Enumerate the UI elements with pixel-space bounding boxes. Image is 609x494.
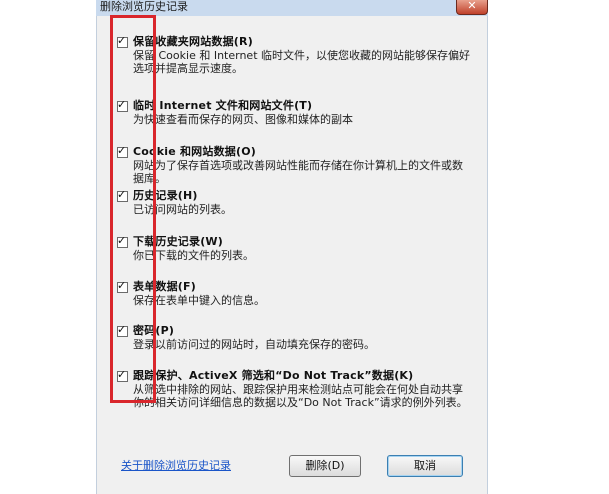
- check-icon: ✓: [117, 144, 127, 157]
- option-label: 临时 Internet 文件和网站文件(T): [133, 99, 313, 112]
- check-icon: ✓: [117, 98, 127, 111]
- option-description: 已访问网站的列表。: [133, 203, 232, 216]
- option-description: 你已下载的文件的列表。: [133, 249, 254, 262]
- check-icon: ✓: [117, 368, 127, 381]
- option-description: 登录以前访问过的网站时，自动填充保存的密码。: [133, 338, 375, 351]
- window-title: 删除浏览历史记录: [100, 0, 188, 13]
- checkbox[interactable]: ✓: [117, 34, 128, 48]
- option-description: 从筛选中排除的网站、跟踪保护用来检测站点可能会在何处自动共享你的相关访问详细信息…: [133, 383, 468, 409]
- option-label: 跟踪保护、ActiveX 筛选和“Do Not Track”数据(K): [133, 369, 414, 382]
- checkbox[interactable]: ✓: [117, 234, 128, 248]
- option-label: Cookie 和网站数据(O): [133, 145, 256, 158]
- option-label: 下载历史记录(W): [133, 235, 223, 248]
- checkbox[interactable]: ✓: [117, 98, 128, 112]
- about-delete-history-link[interactable]: 关于删除浏览历史记录: [121, 457, 231, 473]
- option-label: 密码(P): [133, 324, 175, 337]
- checkbox[interactable]: ✓: [117, 323, 128, 337]
- checkbox[interactable]: ✓: [117, 368, 128, 382]
- close-icon: ✕: [467, 0, 477, 12]
- option-description: 为快速查看而保存的网页、图像和媒体的副本: [133, 113, 353, 126]
- check-icon: ✓: [117, 279, 127, 292]
- checkbox[interactable]: ✓: [117, 279, 128, 293]
- option-description: 保留 Cookie 和 Internet 临时文件，以使您收藏的网站能够保存偏好…: [133, 49, 470, 75]
- check-icon: ✓: [117, 323, 127, 336]
- check-icon: ✓: [117, 234, 127, 247]
- title-bar: 删除浏览历史记录 ✕: [96, 0, 488, 16]
- checkbox[interactable]: ✓: [117, 144, 128, 158]
- option-label: 表单数据(F): [133, 280, 196, 293]
- close-button[interactable]: ✕: [456, 0, 488, 15]
- option-label: 保留收藏夹网站数据(R): [133, 35, 253, 48]
- delete-history-dialog: ✓ 保留收藏夹网站数据(R) 保留 Cookie 和 Internet 临时文件…: [96, 16, 488, 494]
- checkbox[interactable]: ✓: [117, 188, 128, 202]
- delete-button[interactable]: 删除(D): [289, 455, 361, 477]
- check-icon: ✓: [117, 188, 127, 201]
- cancel-button[interactable]: 取消: [387, 455, 463, 477]
- option-description: 网站为了保存首选项或改善网站性能而存储在你计算机上的文件或数据库。: [133, 159, 463, 185]
- option-label: 历史记录(H): [133, 189, 198, 202]
- check-icon: ✓: [117, 34, 127, 47]
- option-description: 保存在表单中键入的信息。: [133, 294, 265, 307]
